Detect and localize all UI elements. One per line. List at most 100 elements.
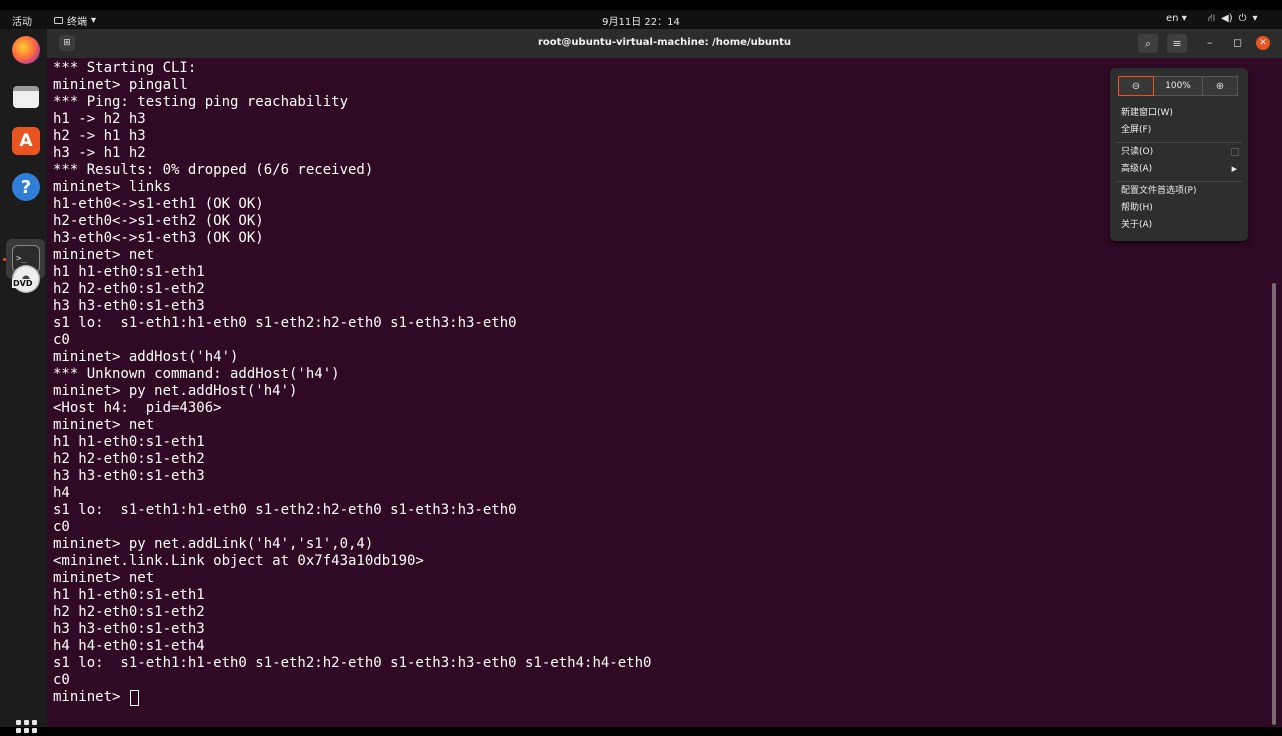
menu-item-new-window[interactable]: 新建窗口(W) [1121,106,1239,121]
terminal-glyph: >_ [16,254,27,264]
menu-divider [1116,181,1242,182]
menu-item-read-only-label: 只读(O) [1121,147,1154,157]
terminal-line: c0 [53,332,70,348]
zoom-out-button[interactable]: ⊖ [1118,76,1154,96]
app-menu-label: 终端 [67,17,87,28]
show-applications-icon[interactable] [16,720,37,736]
terminal-line: h1 h1-eth0:s1-eth1 [53,587,205,603]
terminal-line: *** Unknown command: addHost('h4') [53,366,340,382]
menu-divider [1116,142,1242,143]
terminal-line: c0 [53,519,70,535]
menu-item-help[interactable]: 帮助(H) [1121,201,1239,216]
terminal-line: <mininet.link.Link object at 0x7f43a10db… [53,553,424,569]
files-launcher[interactable] [12,83,40,111]
terminal-line: h3 -> h1 h2 [53,145,146,161]
terminal-output[interactable]: *** Starting CLI: mininet> pingall *** Pin… [53,60,1263,725]
terminal-menu: ⊖ 100% ⊕ 新建窗口(W) 全屏(F) 只读(O) 高级(A) ▶ 配置文… [1110,68,1248,241]
terminal-line: h2 h2-eth0:s1-eth2 [53,451,205,467]
terminal-line: h3-eth0<->s1-eth3 (OK OK) [53,230,264,246]
read-only-checkbox[interactable] [1231,148,1239,156]
terminal-line: mininet> py net.addHost('h4') [53,383,298,399]
network-icon: ⛙ [1208,13,1216,24]
software-store-icon[interactable]: A [12,127,40,155]
store-glyph: A [19,131,33,151]
clock[interactable]: 9月11日 22：14 [602,17,680,28]
window-title: root@ubuntu-virtual-machine: /home/ubunt… [537,37,792,48]
terminal-line: mininet> net [53,247,155,263]
terminal-line: h3 h3-eth0:s1-eth3 [53,298,205,314]
menu-item-advanced[interactable]: 高级(A) ▶ [1121,162,1239,177]
terminal-line: h2 -> h1 h3 [53,128,146,144]
terminal-line: s1 lo: s1-eth1:h1-eth0 s1-eth2:h2-eth0 s… [53,315,517,331]
help-glyph: ? [20,176,32,198]
terminal-line: mininet> py net.addLink('h4','s1',0,4) [53,536,374,552]
running-indicator [3,258,6,261]
terminal-line: h1-eth0<->s1-eth1 (OK OK) [53,196,264,212]
minimize-icon[interactable]: – [1207,36,1213,49]
menu-item-advanced-label: 高级(A) [1121,164,1153,174]
system-tray[interactable]: ⛙ ◀) ⏻ ▾ [1208,13,1258,26]
chevron-down-icon: ▾ [1181,13,1187,24]
terminal-line: *** Starting CLI: [53,60,197,76]
terminal-line: s1 lo: s1-eth1:h1-eth0 s1-eth2:h2-eth0 s… [53,502,517,518]
hamburger-menu-button[interactable]: ≡ [1167,34,1187,53]
search-icon: ⌕ [1144,36,1152,50]
close-icon[interactable]: ✕ [1256,36,1270,50]
clock-container: 9月11日 22：14 [0,13,1282,28]
power-icon: ⏻ [1238,13,1247,24]
volume-icon: ◀) [1221,13,1233,24]
desktop: 活动 终端 ▾ 9月11日 22：14 en ▾ ⛙ ◀) ⏻ ▾ A ? >_… [0,0,1282,736]
terminal-line: h4 h4-eth0:s1-eth4 [53,638,205,654]
activities-button[interactable]: 活动 [12,13,32,28]
terminal-line: mininet> net [53,570,155,586]
chevron-down-icon: ▾ [91,15,97,26]
terminal-line: h3 h3-eth0:s1-eth3 [53,468,205,484]
prompt-text: mininet> [53,689,129,705]
dvd-label: DVD [12,279,34,288]
terminal-line: h2-eth0<->s1-eth2 (OK OK) [53,213,264,229]
menu-item-preferences[interactable]: 配置文件首选项(P) [1121,184,1239,199]
language-label: en [1166,13,1179,24]
terminal-app-icon [54,17,63,24]
zoom-out-icon: ⊖ [1131,80,1141,92]
terminal-line: h1 h1-eth0:s1-eth1 [53,434,205,450]
terminal-line: h3 h3-eth0:s1-eth3 [53,621,205,637]
maximize-icon[interactable]: ◻ [1233,36,1242,49]
firefox-icon[interactable] [12,36,40,64]
prompt-line[interactable]: mininet> [53,689,1263,706]
scrollbar[interactable] [1272,283,1276,725]
terminal-line: h1 h1-eth0:s1-eth1 [53,264,205,280]
menu-item-about[interactable]: 关于(A) [1121,218,1239,233]
terminal-line: *** Results: 0% dropped (6/6 received) [53,162,374,178]
menu-item-read-only[interactable]: 只读(O) [1121,145,1239,160]
terminal-line: h1 -> h2 h3 [53,111,146,127]
terminal-line: h2 h2-eth0:s1-eth2 [53,604,205,620]
menu-icon: ≡ [1172,37,1182,50]
terminal-line: h4 [53,485,70,501]
text-cursor [129,689,139,706]
terminal-line: h2 h2-eth0:s1-eth2 [53,281,205,297]
search-button[interactable]: ⌕ [1138,34,1158,53]
terminal-window: ⊞ root@ubuntu-virtual-machine: /home/ubu… [47,29,1282,727]
top-bar: 活动 终端 ▾ 9月11日 22：14 en ▾ ⛙ ◀) ⏻ ▾ [0,10,1282,29]
zoom-in-icon: ⊕ [1215,80,1225,92]
app-menu[interactable]: 终端 ▾ [54,13,96,28]
terminal-line: *** Ping: testing ping reachability [53,94,349,110]
help-icon[interactable]: ? [12,173,40,201]
terminal-line: <Host h4: pid=4306> [53,400,222,416]
chevron-down-icon: ▾ [1252,13,1258,24]
zoom-controls: ⊖ 100% ⊕ [1118,76,1238,96]
language-indicator[interactable]: en ▾ [1166,13,1187,24]
terminal-line: mininet> links [53,179,172,195]
terminal-line: mininet> addHost('h4') [53,349,239,365]
dock: A ? >_ DVD [0,29,47,733]
terminal-line: mininet> pingall [53,77,188,93]
window-titlebar[interactable]: ⊞ root@ubuntu-virtual-machine: /home/ubu… [47,29,1282,58]
zoom-level[interactable]: 100% [1154,76,1202,96]
files-icon [13,86,39,108]
terminal-line: mininet> net [53,417,155,433]
terminal-line: s1 lo: s1-eth1:h1-eth0 s1-eth2:h2-eth0 s… [53,655,652,671]
terminal-line: c0 [53,672,70,688]
zoom-in-button[interactable]: ⊕ [1202,76,1238,96]
menu-item-fullscreen[interactable]: 全屏(F) [1121,123,1239,138]
